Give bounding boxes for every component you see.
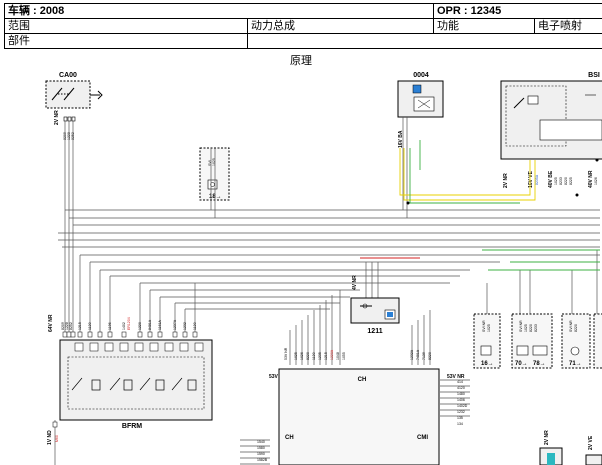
ref-71[interactable]: 71→ bbox=[569, 361, 582, 367]
svg-text:1580: 1580 bbox=[257, 446, 265, 450]
right-low-connector-a: 2V NR bbox=[544, 430, 550, 445]
component-ch[interactable]: CH CH CMI bbox=[278, 368, 440, 465]
svg-text:1055: 1055 bbox=[342, 352, 346, 360]
svg-text:1402: 1402 bbox=[122, 322, 126, 330]
ref-70[interactable]: 70→ bbox=[515, 361, 528, 367]
svg-text:1215: 1215 bbox=[324, 352, 328, 360]
svg-text:1237A: 1237A bbox=[173, 319, 177, 330]
svg-text:1120: 1120 bbox=[312, 352, 316, 360]
bsi-connector-b: 16V VE bbox=[528, 170, 534, 188]
svg-text:1215: 1215 bbox=[78, 322, 82, 330]
c0004-label: 0004 bbox=[413, 72, 429, 79]
ch-side-label: CH bbox=[285, 435, 294, 441]
svg-text:1402D: 1402D bbox=[457, 404, 468, 408]
component-module-16[interactable]: SVI NR 1025 16→ bbox=[473, 313, 501, 369]
svg-text:8235A: 8235A bbox=[535, 174, 539, 185]
component-module-70-78[interactable]: SVI NR 1025 8220 8233 70→ 78→ bbox=[511, 313, 553, 369]
svg-text:1582B: 1582B bbox=[257, 458, 268, 462]
svg-text:1026: 1026 bbox=[300, 352, 304, 360]
svg-text:1220A: 1220A bbox=[330, 349, 334, 360]
svg-text:1025: 1025 bbox=[294, 352, 298, 360]
right-low-connector-b: 2V VE bbox=[588, 435, 594, 450]
svg-text:SVI NR: SVI NR bbox=[482, 320, 486, 332]
svg-text:135: 135 bbox=[457, 416, 463, 420]
svg-text:1025: 1025 bbox=[524, 324, 528, 332]
svg-text:8220: 8220 bbox=[428, 352, 432, 360]
svg-text:8233: 8233 bbox=[534, 324, 538, 332]
svg-text:ER1204: ER1204 bbox=[127, 317, 131, 330]
component-module-71[interactable]: SVI NR 8220 71→ bbox=[561, 313, 591, 369]
bfrm-bottom-connector: 1V ND bbox=[47, 430, 53, 445]
bfrm-label: BFRM bbox=[122, 423, 142, 430]
svg-text:8220: 8220 bbox=[564, 177, 568, 185]
svg-text:1590: 1590 bbox=[257, 452, 265, 456]
svg-text:1025: 1025 bbox=[487, 324, 491, 332]
svg-text:1235: 1235 bbox=[318, 352, 322, 360]
component-ca00[interactable]: CA00 bbox=[45, 72, 103, 109]
component-module-18[interactable]: SVI 1025 18→ bbox=[199, 147, 230, 201]
ref-16[interactable]: 16→ bbox=[481, 361, 494, 367]
svg-text:1025: 1025 bbox=[554, 177, 558, 185]
svg-text:7401A: 7401A bbox=[416, 349, 420, 360]
svg-text:1232A: 1232A bbox=[410, 349, 414, 360]
svg-text:53V NR: 53V NR bbox=[284, 347, 288, 360]
svg-text:1540: 1540 bbox=[257, 440, 265, 444]
svg-text:8252: 8252 bbox=[69, 322, 73, 330]
svg-text:1480: 1480 bbox=[457, 392, 465, 396]
svg-text:4120: 4120 bbox=[457, 386, 465, 390]
svg-text:M60: M60 bbox=[55, 435, 59, 442]
component-bfrm[interactable] bbox=[59, 339, 213, 421]
svg-text:SVI NR: SVI NR bbox=[519, 320, 523, 332]
svg-text:1220: 1220 bbox=[138, 322, 142, 330]
svg-text:1232: 1232 bbox=[457, 410, 465, 414]
svg-text:134: 134 bbox=[457, 422, 463, 426]
svg-text:7139: 7139 bbox=[422, 352, 426, 360]
ca00-label: CA00 bbox=[59, 72, 77, 79]
svg-text:8220: 8220 bbox=[529, 324, 533, 332]
svg-text:8220: 8220 bbox=[306, 352, 310, 360]
component-bsi[interactable]: BSI bbox=[500, 72, 602, 160]
wiring-diagram: CA00 2V NR 8209 1228 8252 SVI 1025 18→ 00… bbox=[45, 72, 602, 465]
bfrm-connector: 64V NR bbox=[48, 314, 54, 332]
svg-text:1025: 1025 bbox=[212, 158, 216, 166]
bsi-label: BSI bbox=[588, 72, 600, 79]
cmi-label: CMI bbox=[417, 435, 428, 441]
component-1211[interactable]: 1211 bbox=[350, 297, 400, 335]
svg-text:1196: 1196 bbox=[108, 322, 112, 330]
svg-text:414: 414 bbox=[457, 380, 463, 384]
ch-label: CH bbox=[358, 377, 367, 383]
c1211-label: 1211 bbox=[367, 328, 382, 335]
svg-text:8220: 8220 bbox=[574, 324, 578, 332]
svg-text:1406: 1406 bbox=[457, 398, 465, 402]
svg-text:8481A: 8481A bbox=[148, 319, 152, 330]
c1211-connector: 4V NR bbox=[352, 275, 358, 290]
bsi-connector-a: 2V NR bbox=[503, 173, 509, 188]
ref-78[interactable]: 78→ bbox=[533, 361, 546, 367]
component-0004[interactable]: 0004 bbox=[397, 72, 444, 118]
svg-text:1048: 1048 bbox=[336, 352, 340, 360]
svg-text:SVI NR: SVI NR bbox=[569, 320, 573, 332]
ca00-connector: 2V NR bbox=[54, 110, 60, 125]
svg-text:8233: 8233 bbox=[559, 177, 563, 185]
svg-text:1120: 1120 bbox=[88, 322, 92, 330]
svg-text:1026: 1026 bbox=[594, 177, 598, 185]
svg-text:1120: 1120 bbox=[193, 322, 197, 330]
svg-text:1232: 1232 bbox=[183, 322, 187, 330]
svg-text:1161A: 1161A bbox=[158, 319, 162, 330]
svg-text:8225: 8225 bbox=[569, 177, 573, 185]
